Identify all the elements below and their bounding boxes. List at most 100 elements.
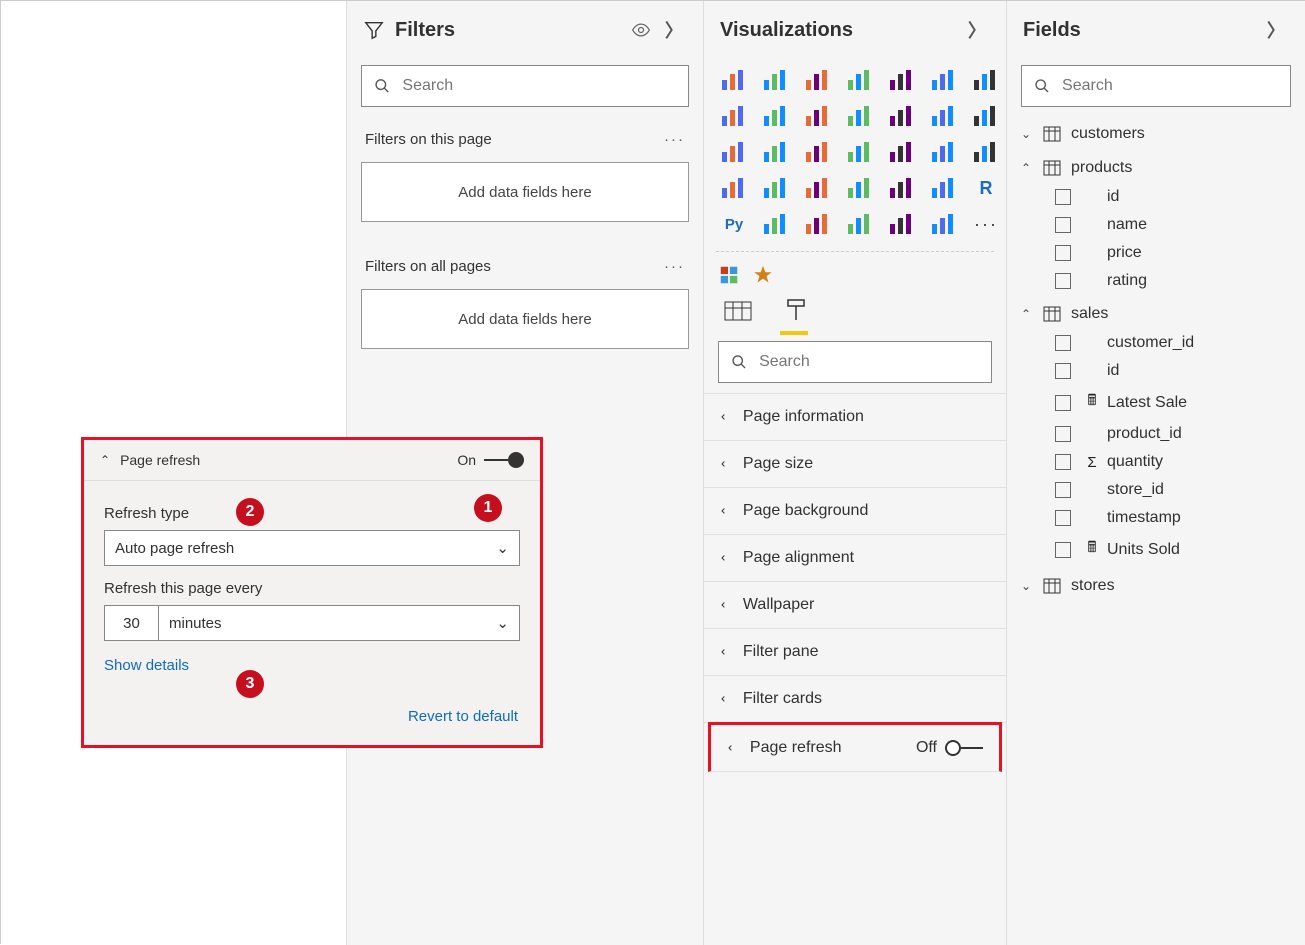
fields-search[interactable] xyxy=(1021,65,1291,107)
checkbox[interactable] xyxy=(1055,395,1071,411)
collapse-filters-icon[interactable]: 〉 xyxy=(661,13,687,47)
field-item[interactable]: customer_id xyxy=(1007,329,1305,357)
filters-search-input[interactable] xyxy=(400,76,676,96)
format-section[interactable]: ⌄Filter cards xyxy=(704,675,1006,723)
viz-type-line-stacked[interactable] xyxy=(800,101,836,131)
toggle-off[interactable] xyxy=(945,740,983,756)
viz-type-waterfall[interactable] xyxy=(926,101,962,131)
format-section[interactable]: ⌄Page alignment xyxy=(704,534,1006,581)
viz-type-pie[interactable] xyxy=(758,137,794,167)
filters-search[interactable] xyxy=(361,65,689,107)
collapse-viz-icon[interactable]: 〉 xyxy=(964,13,990,47)
viz-type-slicer[interactable] xyxy=(842,173,878,203)
field-item[interactable]: Σquantity xyxy=(1007,448,1305,476)
viz-type-paginated[interactable] xyxy=(884,209,920,239)
checkbox[interactable] xyxy=(1055,335,1071,351)
viz-type-power-apps[interactable] xyxy=(926,209,962,239)
callout-header[interactable]: ⌃ Page refresh On xyxy=(84,440,540,481)
field-table-header[interactable]: ⌄customers xyxy=(1007,119,1305,149)
table-name: customers xyxy=(1071,125,1145,143)
checkbox[interactable] xyxy=(1055,510,1071,526)
checkbox[interactable] xyxy=(1055,189,1071,205)
field-item[interactable]: timestamp xyxy=(1007,504,1305,532)
viz-type-multi-card[interactable] xyxy=(758,173,794,203)
refresh-interval-value[interactable]: 30 xyxy=(104,605,158,641)
viz-format-search[interactable] xyxy=(718,341,992,383)
viz-type-hundred-column[interactable] xyxy=(926,65,962,95)
viz-format-search-input[interactable] xyxy=(757,352,979,372)
fields-search-input[interactable] xyxy=(1060,76,1278,96)
viz-type-matrix[interactable] xyxy=(926,173,962,203)
field-item[interactable]: rating xyxy=(1007,267,1305,295)
viz-type-hundred-bar[interactable] xyxy=(884,65,920,95)
field-item[interactable]: 🖩Latest Sale xyxy=(1007,385,1305,420)
viz-type-stacked-area[interactable] xyxy=(758,101,794,131)
more-icon[interactable]: ··· xyxy=(664,131,685,148)
pin-favorite-icon[interactable] xyxy=(752,264,774,286)
format-section[interactable]: ⌄Page size xyxy=(704,440,1006,487)
viz-type-ribbon[interactable] xyxy=(884,101,920,131)
viz-type-table[interactable] xyxy=(884,173,920,203)
viz-type-filled-map[interactable] xyxy=(926,137,962,167)
more-icon[interactable]: ··· xyxy=(664,258,685,275)
field-table-header[interactable]: ⌄stores xyxy=(1007,571,1305,601)
filters-pane-header: Filters 〉 xyxy=(347,1,703,59)
collapse-fields-icon[interactable]: 〉 xyxy=(1263,13,1289,47)
viz-type-r-visual[interactable]: R xyxy=(968,173,1004,203)
checkbox[interactable] xyxy=(1055,363,1071,379)
field-item[interactable]: store_id xyxy=(1007,476,1305,504)
format-section-page-refresh[interactable]: ⌄ Page refresh Off xyxy=(708,722,1002,772)
marketplace-icon[interactable] xyxy=(718,264,740,286)
viz-type-line[interactable] xyxy=(968,65,1004,95)
field-item[interactable]: product_id xyxy=(1007,420,1305,448)
show-details-link[interactable]: Show details xyxy=(104,657,520,674)
viz-type-qa[interactable] xyxy=(842,209,878,239)
viz-type-decomposition[interactable] xyxy=(800,209,836,239)
checkbox[interactable] xyxy=(1055,426,1071,442)
viz-type-shape-map[interactable] xyxy=(968,137,1004,167)
checkbox[interactable] xyxy=(1055,482,1071,498)
field-item[interactable]: name xyxy=(1007,211,1305,239)
viz-type-funnel[interactable] xyxy=(968,101,1004,131)
eye-icon[interactable] xyxy=(631,20,651,40)
format-section[interactable]: ⌄Page background xyxy=(704,487,1006,534)
field-item[interactable]: 🖩Units Sold xyxy=(1007,532,1305,567)
field-table-header[interactable]: ⌃sales xyxy=(1007,299,1305,329)
checkbox[interactable] xyxy=(1055,273,1071,289)
format-section[interactable]: ⌄Wallpaper xyxy=(704,581,1006,628)
viz-type-key-influencers[interactable] xyxy=(758,209,794,239)
viz-type-kpi[interactable] xyxy=(800,173,836,203)
viz-type-area[interactable] xyxy=(716,101,752,131)
field-name: store_id xyxy=(1107,481,1164,499)
field-table-header[interactable]: ⌃products xyxy=(1007,153,1305,183)
field-item[interactable]: id xyxy=(1007,183,1305,211)
refresh-interval-unit-select[interactable]: minutes ⌄ xyxy=(158,605,520,641)
checkbox[interactable] xyxy=(1055,454,1071,470)
checkbox[interactable] xyxy=(1055,542,1071,558)
viz-type-scatter[interactable] xyxy=(716,137,752,167)
format-section[interactable]: ⌄Page information xyxy=(704,393,1006,440)
viz-type-donut[interactable] xyxy=(800,137,836,167)
viz-type-line-clustered[interactable] xyxy=(842,101,878,131)
viz-type-stacked-bar[interactable] xyxy=(716,65,752,95)
viz-type-treemap[interactable] xyxy=(842,137,878,167)
filter-drop-target[interactable]: Add data fields here xyxy=(361,162,689,222)
filter-drop-target[interactable]: Add data fields here xyxy=(361,289,689,349)
tab-fields[interactable] xyxy=(724,298,752,335)
viz-type-card[interactable] xyxy=(716,173,752,203)
format-section[interactable]: ⌄Filter pane xyxy=(704,628,1006,675)
viz-type-clustered-bar[interactable] xyxy=(800,65,836,95)
checkbox[interactable] xyxy=(1055,217,1071,233)
toggle-on[interactable] xyxy=(484,452,524,468)
field-item[interactable]: id xyxy=(1007,357,1305,385)
revert-to-default-link[interactable]: Revert to default xyxy=(84,678,540,729)
viz-type-stacked-column[interactable] xyxy=(758,65,794,95)
viz-type-python[interactable]: Py xyxy=(716,209,752,239)
refresh-type-select[interactable]: Auto page refresh ⌄ xyxy=(104,530,520,566)
field-item[interactable]: price xyxy=(1007,239,1305,267)
viz-type-clustered-column[interactable] xyxy=(842,65,878,95)
tab-format[interactable] xyxy=(780,298,808,335)
viz-type-map[interactable] xyxy=(884,137,920,167)
checkbox[interactable] xyxy=(1055,245,1071,261)
viz-type-more[interactable]: ··· xyxy=(968,209,1004,239)
